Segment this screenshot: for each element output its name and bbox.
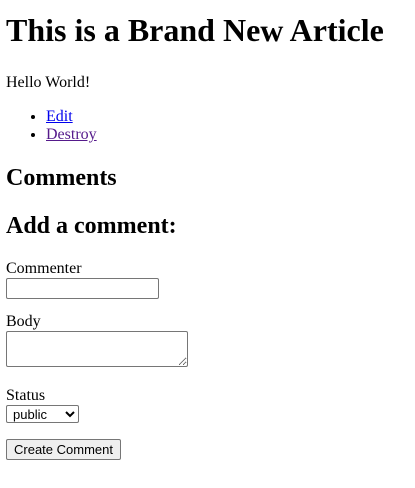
body-field-group: Body — [6, 313, 409, 367]
article-page: This is a Brand New Article Hello World!… — [0, 12, 415, 460]
status-field-group: Status public — [6, 387, 409, 423]
article-title: This is a Brand New Article — [6, 12, 384, 48]
list-item: Edit — [46, 108, 409, 126]
status-select[interactable]: public — [6, 405, 79, 423]
comment-form: Commenter Body Status public Create Comm… — [6, 260, 409, 460]
add-comment-heading: Add a comment: — [6, 213, 177, 239]
list-item: Destroy — [46, 126, 409, 144]
edit-link[interactable]: Edit — [46, 108, 73, 125]
article-actions-list: Edit Destroy — [6, 108, 409, 144]
commenter-label: Commenter — [6, 260, 82, 277]
submit-field-group: Create Comment — [6, 439, 409, 460]
body-label: Body — [6, 313, 41, 330]
destroy-link[interactable]: Destroy — [46, 126, 97, 143]
status-label: Status — [6, 387, 46, 404]
create-comment-button[interactable]: Create Comment — [6, 439, 121, 460]
body-textarea[interactable] — [6, 331, 188, 367]
commenter-field-group: Commenter — [6, 260, 409, 299]
commenter-input[interactable] — [6, 278, 159, 299]
comments-heading: Comments — [6, 165, 117, 191]
article-body: Hello World! — [6, 74, 91, 91]
